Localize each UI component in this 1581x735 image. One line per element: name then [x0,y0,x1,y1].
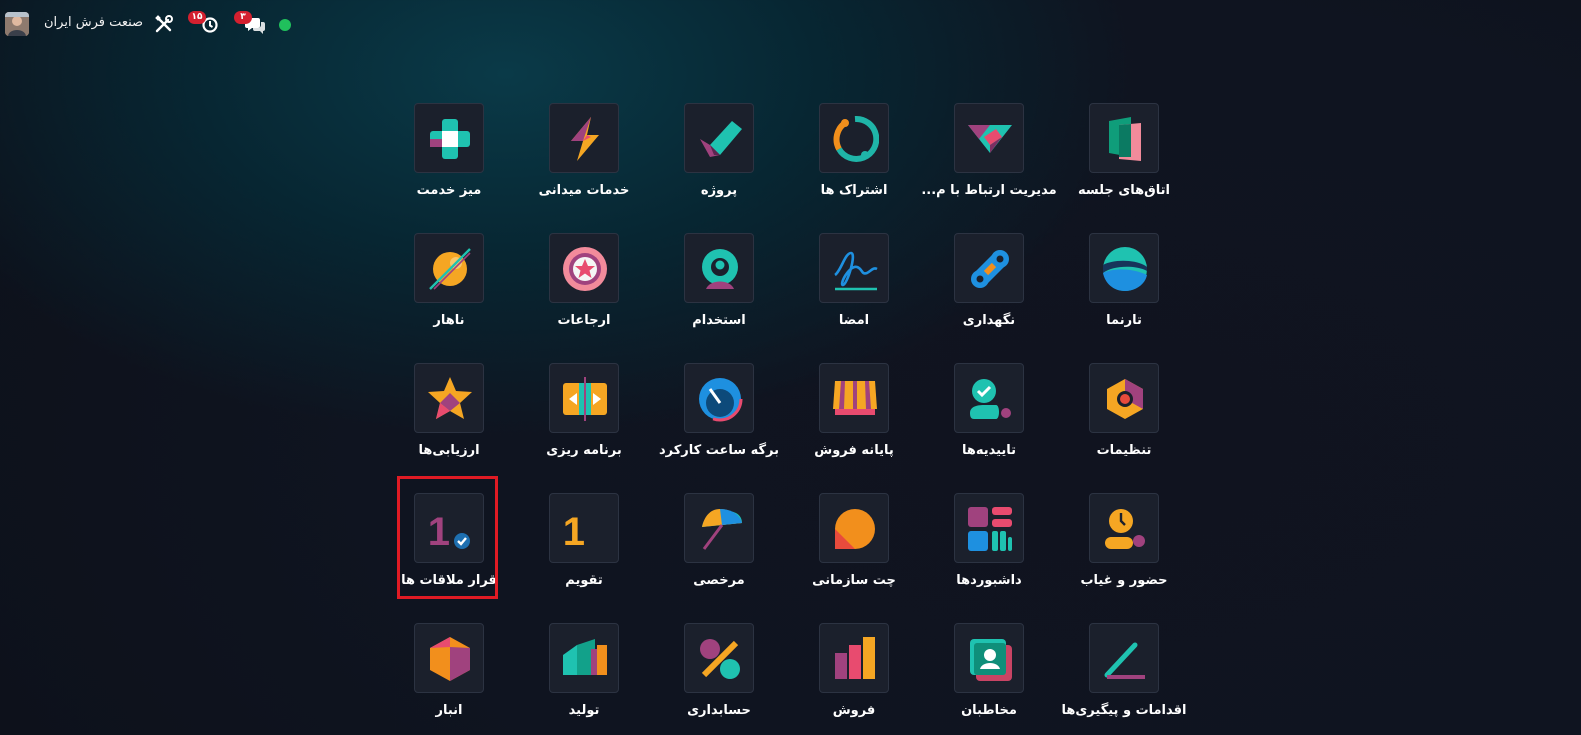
app-label[interactable]: حضور و غیاب [1049,572,1199,590]
planning-icon[interactable] [549,363,619,433]
app-helpdesk[interactable]: میز خدمت [374,103,524,223]
top-navbar: ۳ ۱۵ صنعت فرش ایران [0,0,1581,46]
app-label[interactable]: اتاق‌های جلسه [1049,182,1199,200]
activity-icon[interactable]: ۱۵ [188,11,220,34]
appraisals-icon[interactable] [414,363,484,433]
app-label[interactable]: امضا [779,312,929,330]
app-label[interactable]: پروژه [644,182,794,200]
maintenance-icon[interactable] [954,233,1024,303]
app-timesheets[interactable]: برگه ساعت کارکرد [644,363,794,483]
attendances-icon[interactable] [1089,493,1159,563]
website-icon[interactable] [1089,233,1159,303]
point-of-sale-icon[interactable] [819,363,889,433]
app-label[interactable]: استخدام [644,312,794,330]
field-service-icon[interactable] [549,103,619,173]
sales-icon[interactable] [819,623,889,693]
lunch-icon[interactable] [414,233,484,303]
app-crm[interactable]: مدیریت ارتباط با م... [914,103,1064,223]
app-approvals[interactable]: تاییدیه‌ها [914,363,1064,483]
app-label[interactable]: مدیریت ارتباط با م... [914,182,1064,200]
app-label[interactable]: ناهار [374,312,524,330]
app-subscriptions[interactable]: اشتراک ها [779,103,929,223]
app-maintenance[interactable]: نگهداری [914,233,1064,353]
app-sales[interactable]: فروش [779,623,929,735]
app-activities[interactable]: اقدامات و پیگیری‌ها [1049,623,1199,735]
sign-icon[interactable] [819,233,889,303]
app-label[interactable]: میز خدمت [374,182,524,200]
app-accounting[interactable]: حسابداری [644,623,794,735]
activities-icon[interactable] [1089,623,1159,693]
app-settings[interactable]: تنظیمات [1049,363,1199,483]
app-label[interactable]: تارنما [1049,312,1199,330]
time-off-icon[interactable] [684,493,754,563]
app-sign[interactable]: امضا [779,233,929,353]
crm-icon[interactable] [954,103,1024,173]
app-field-service[interactable]: خدمات میدانی [509,103,659,223]
app-recruitment[interactable]: استخدام [644,233,794,353]
app-planning[interactable]: برنامه ریزی [509,363,659,483]
dashboards-icon[interactable] [954,493,1024,563]
app-lunch[interactable]: ناهار [374,233,524,353]
manufacturing-icon[interactable] [549,623,619,693]
app-label[interactable]: نگهداری [914,312,1064,330]
chat-badge: ۳ [234,11,252,24]
app-inventory[interactable]: انبار [374,623,524,735]
app-label[interactable]: ارجاعات [509,312,659,330]
tools-icon[interactable] [154,14,174,34]
app-appraisals[interactable]: ارزیابی‌ها [374,363,524,483]
status-dot [279,19,291,31]
meeting-rooms-icon[interactable] [1089,103,1159,173]
timesheets-icon[interactable] [684,363,754,433]
project-icon[interactable] [684,103,754,173]
app-label[interactable]: داشبوردها [914,572,1064,590]
app-dashboards[interactable]: داشبوردها [914,493,1064,613]
app-label[interactable]: حسابداری [644,702,794,720]
activity-badge: ۱۵ [188,11,206,24]
chat-icon[interactable]: ۳ [234,11,266,35]
subscriptions-icon[interactable] [819,103,889,173]
app-label[interactable]: اقدامات و پیگیری‌ها [1049,702,1199,720]
app-label[interactable]: برنامه ریزی [509,442,659,460]
app-label[interactable]: چت سازمانی [779,572,929,590]
app-attendances[interactable]: حضور و غیاب [1049,493,1199,613]
app-discuss[interactable]: چت سازمانی [779,493,929,613]
app-label[interactable]: برگه ساعت کارکرد [644,442,794,460]
contacts-icon[interactable] [954,623,1024,693]
app-referrals[interactable]: ارجاعات [509,233,659,353]
app-label[interactable]: تاییدیه‌ها [914,442,1064,460]
app-label[interactable]: فروش [779,702,929,720]
app-label[interactable]: ارزیابی‌ها [374,442,524,460]
approvals-icon[interactable] [954,363,1024,433]
referrals-icon[interactable] [549,233,619,303]
app-label[interactable]: تقویم [509,572,659,590]
app-meeting-rooms[interactable]: اتاق‌های جلسه [1049,103,1199,223]
helpdesk-icon[interactable] [414,103,484,173]
app-label[interactable]: انبار [374,702,524,720]
app-label[interactable]: اشتراک ها [779,182,929,200]
app-label[interactable]: پایانه فروش [779,442,929,460]
app-label[interactable]: خدمات میدانی [509,182,659,200]
accounting-icon[interactable] [684,623,754,693]
company-name[interactable]: صنعت فرش ایران [44,14,143,32]
app-time-off[interactable]: مرخصی [644,493,794,613]
inventory-icon[interactable] [414,623,484,693]
app-label[interactable]: تولید [509,702,659,720]
settings-icon[interactable] [1089,363,1159,433]
discuss-icon[interactable] [819,493,889,563]
app-project[interactable]: پروژه [644,103,794,223]
svg-text:1: 1 [563,510,585,553]
app-label[interactable]: تنظیمات [1049,442,1199,460]
app-website[interactable]: تارنما [1049,233,1199,353]
avatar[interactable] [5,12,29,36]
recruitment-icon[interactable] [684,233,754,303]
app-label[interactable]: مخاطبان [914,702,1064,720]
app-label[interactable]: مرخصی [644,572,794,590]
calendar-icon[interactable]: 31 [549,493,619,563]
app-contacts[interactable]: مخاطبان [914,623,1064,735]
app-point-of-sale[interactable]: پایانه فروش [779,363,929,483]
app-manufacturing[interactable]: تولید [509,623,659,735]
selection-highlight [397,476,498,599]
app-calendar[interactable]: 31 تقویم [509,493,659,613]
